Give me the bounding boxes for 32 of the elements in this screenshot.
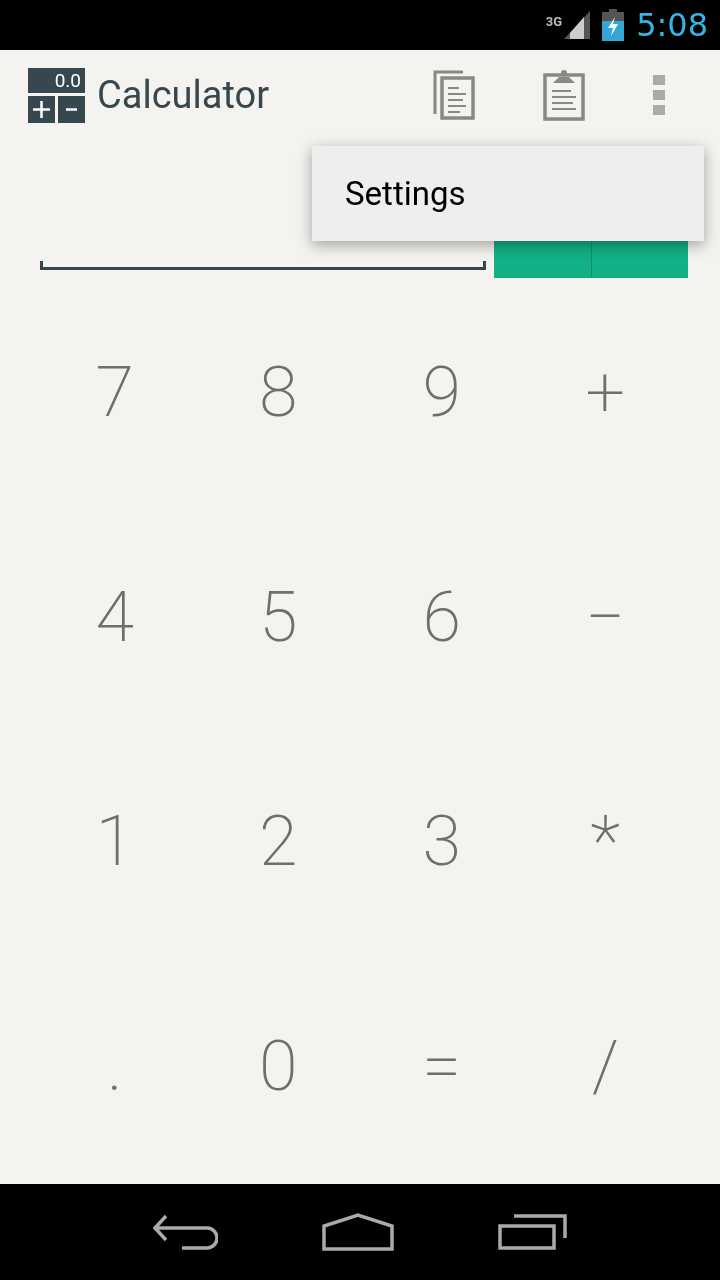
minus-icon: [58, 95, 85, 123]
keypad-key[interactable]: 1: [33, 729, 197, 954]
keypad-key[interactable]: 4: [33, 504, 197, 729]
display-field[interactable]: [40, 261, 486, 270]
menu-item[interactable]: Settings: [312, 146, 704, 241]
recent-apps-icon: [498, 1214, 568, 1250]
keypad-key[interactable]: 7: [33, 280, 197, 505]
keypad-key[interactable]: /: [523, 953, 687, 1178]
plus-icon: [28, 95, 55, 123]
clipboard-icon: [543, 69, 585, 121]
app-title: Calculator: [97, 76, 269, 114]
keypad-key[interactable]: +: [523, 280, 687, 505]
keypad-key[interactable]: .: [33, 953, 197, 1178]
more-vertical-icon: [653, 75, 665, 115]
keypad-key[interactable]: 6: [360, 504, 524, 729]
keypad-key[interactable]: 8: [196, 280, 360, 505]
keypad-key[interactable]: 3: [360, 729, 524, 954]
keypad-key[interactable]: 2: [196, 729, 360, 954]
keypad-key[interactable]: *: [523, 729, 687, 954]
home-icon: [322, 1213, 394, 1251]
network-type: 3G: [545, 15, 563, 28]
keypad-key[interactable]: 9: [360, 280, 524, 505]
keypad-key[interactable]: 5: [196, 504, 360, 729]
keypad-key[interactable]: −: [523, 504, 687, 729]
back-icon: [152, 1214, 218, 1250]
keypad-key[interactable]: =: [360, 953, 524, 1178]
clock: 5:08: [636, 9, 708, 41]
signal-icon: [564, 11, 591, 39]
keypad-key[interactable]: 0: [196, 953, 360, 1178]
logo-display: 0.0: [54, 70, 81, 90]
copy-icon: [433, 70, 475, 120]
battery-charging-icon: [602, 9, 625, 41]
